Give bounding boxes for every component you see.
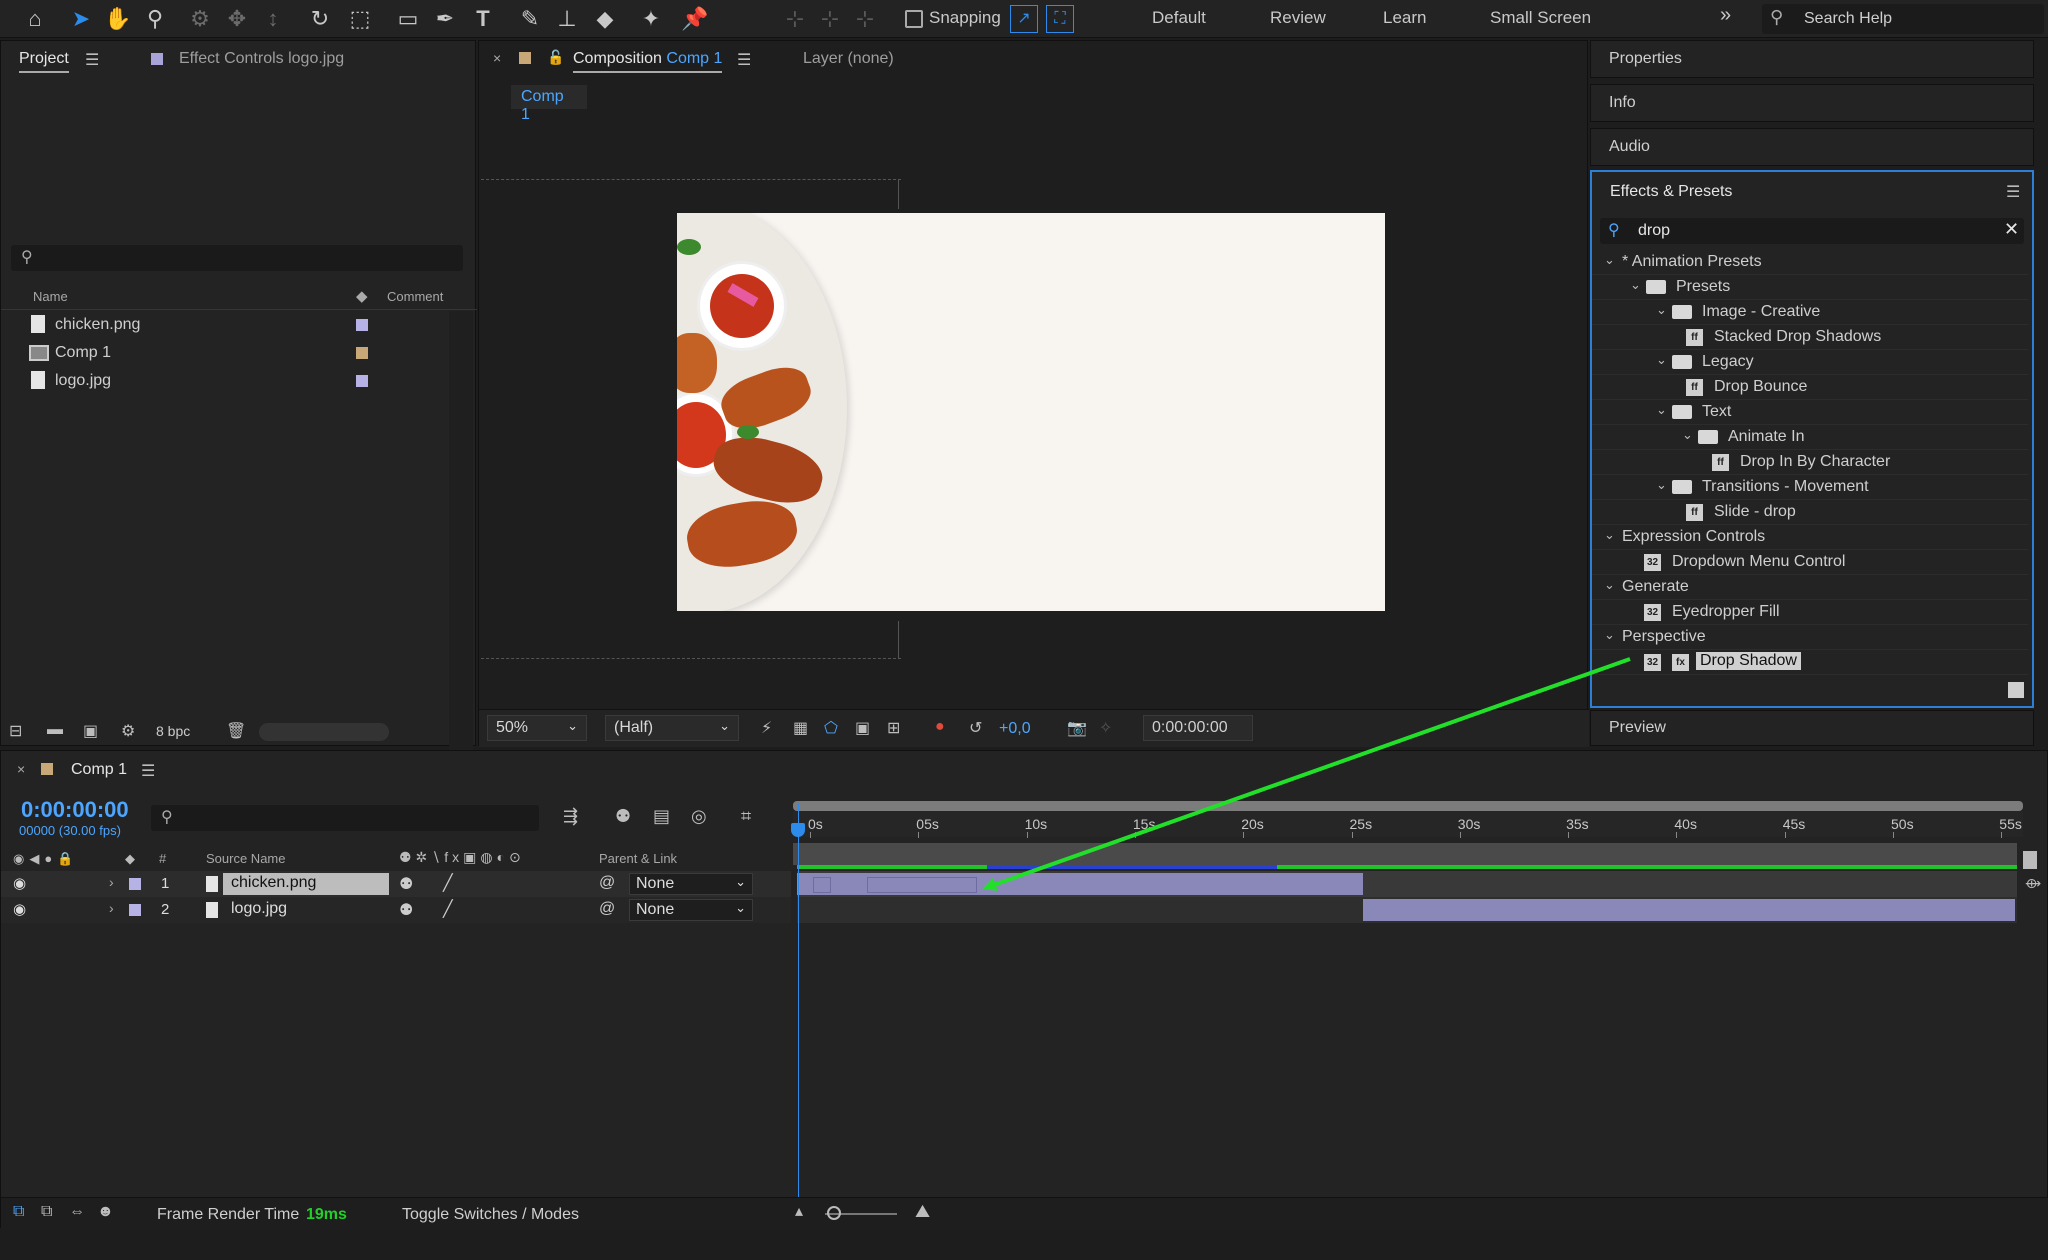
annotation-arrow <box>982 657 1631 891</box>
arrow-line <box>982 657 1631 891</box>
